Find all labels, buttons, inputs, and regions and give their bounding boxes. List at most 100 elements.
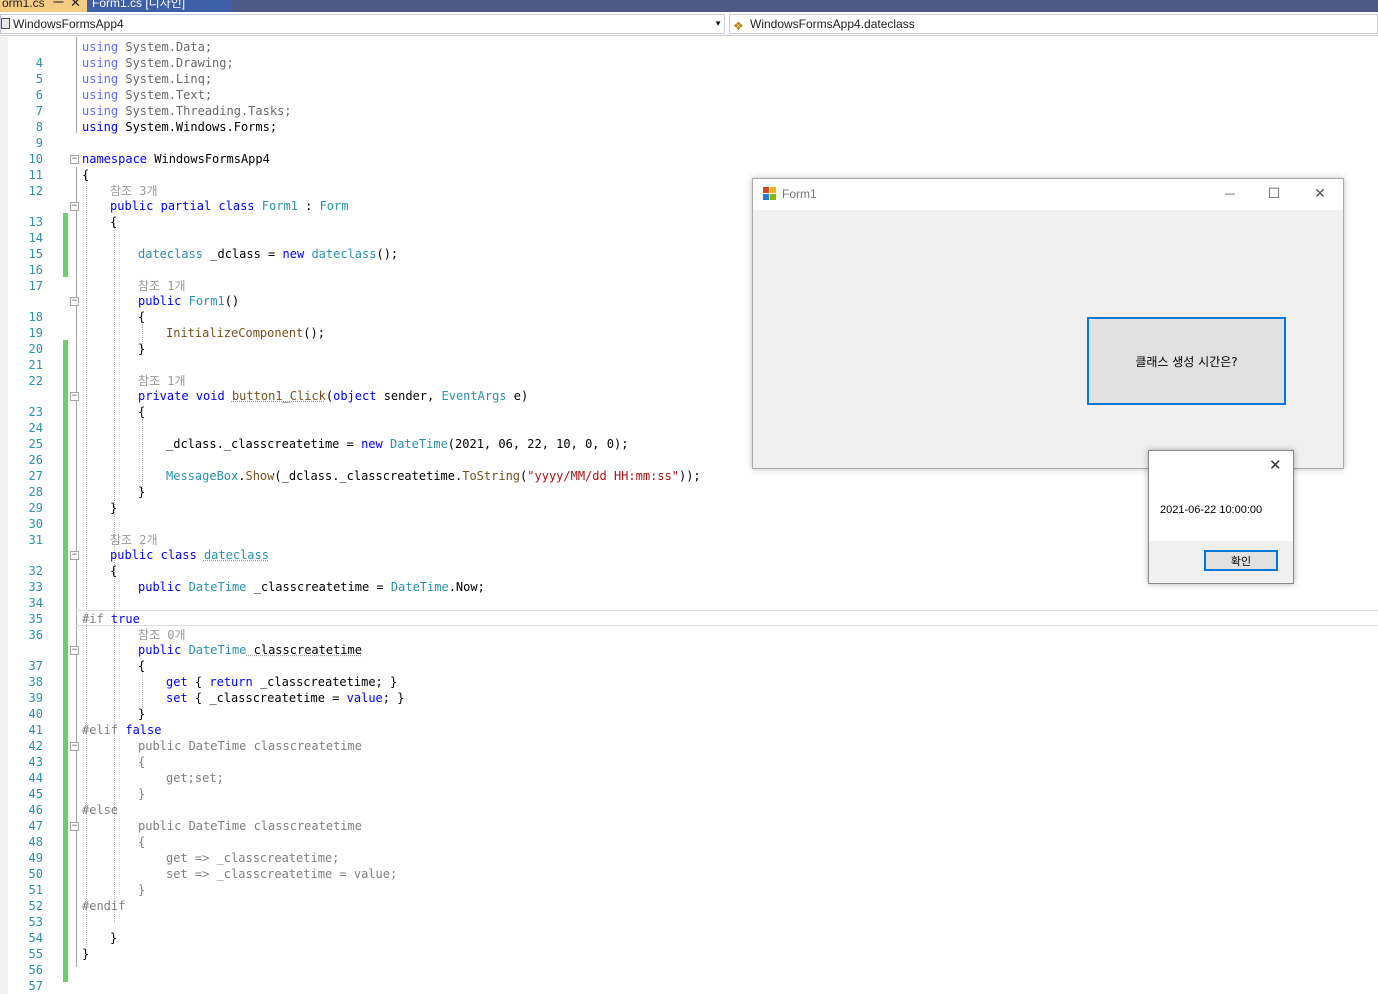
code-line: 5 using System.Drawing; [0, 55, 1378, 86]
code-line: 42 #elif false [0, 722, 1378, 753]
code-text: } [82, 947, 90, 961]
collapse-toggle-icon[interactable]: − [70, 392, 79, 401]
form1-title-bar[interactable]: Form1 — ☐ ✕ [753, 179, 1343, 210]
code-text: public DateTime classcreatetime [138, 739, 362, 753]
code-text: InitializeComponent(); [166, 326, 325, 340]
code-text: dateclass _dclass = new dateclass(); [138, 247, 399, 261]
class-icon: ❖ [733, 19, 744, 33]
code-text: } [110, 931, 118, 945]
code-line: 54 [0, 914, 1378, 945]
close-icon[interactable]: ✕ [1269, 456, 1282, 474]
code-text: get => _classcreatetime; [166, 851, 340, 865]
code-line: 56 } [0, 946, 1378, 977]
code-line: 38 { [0, 658, 1378, 689]
message-box-footer: 확인 [1149, 541, 1293, 583]
collapse-toggle-icon[interactable]: − [70, 155, 79, 164]
code-text: #if true [82, 612, 140, 626]
form1-window: Form1 — ☐ ✕ 클래스 생성 시간은? [752, 178, 1344, 469]
message-text: 2021-06-22 10:00:00 [1160, 504, 1263, 516]
tab-form1-cs[interactable]: orm1.cs ㆒ ✕ [0, 0, 87, 12]
collapse-toggle-icon[interactable]: − [70, 297, 79, 306]
code-line: 9 using System.Windows.Forms; [0, 119, 1378, 150]
code-text: } [138, 787, 146, 801]
code-line: 53 #endif [0, 898, 1378, 929]
code-text: set { _classcreatetime = value; } [166, 691, 405, 705]
code-line: 57 [0, 962, 1378, 993]
reference-count[interactable]: 참조 0개 [138, 627, 186, 643]
reference-count[interactable]: 참조 3개 [110, 183, 158, 199]
code-line: 45 get;set; [0, 770, 1378, 801]
code-text: #else [82, 803, 119, 817]
code-text: } [138, 707, 146, 721]
message-box: ✕ 2021-06-22 10:00:00 확인 [1148, 450, 1294, 584]
code-line: 55 } [0, 930, 1378, 961]
close-icon[interactable]: ✕ [70, 0, 81, 10]
collapse-toggle-icon[interactable]: − [70, 742, 79, 751]
reference-count[interactable]: 참조 1개 [138, 373, 186, 389]
code-text: { [110, 564, 118, 578]
code-text: MessageBox.Show(_dclass._classcreatetime… [166, 469, 701, 483]
code-text: #endif [82, 899, 126, 913]
code-text: public partial class Form1 : Form [110, 199, 349, 213]
form-app-icon [763, 187, 776, 200]
code-text: set => _classcreatetime = value; [166, 867, 398, 881]
code-text: public DateTime classcreatetime [138, 643, 362, 657]
code-text: { [138, 405, 146, 419]
ok-button-label: 확인 [1230, 554, 1252, 568]
code-text: public DateTime _classcreatetime = DateT… [138, 580, 485, 594]
code-line: 35 [0, 595, 1378, 626]
code-line: 6 using System.Linq; [0, 71, 1378, 102]
code-text: get { return _classcreatetime; } [166, 675, 398, 689]
tab-label: Form1.cs [디자인] [92, 0, 186, 10]
document-tab-strip: orm1.cs ㆒ ✕ Form1.cs [디자인] [0, 0, 1378, 12]
code-line: 11 − namespace WindowsFormsApp4 [0, 151, 1378, 182]
collapse-toggle-icon[interactable]: − [70, 822, 79, 831]
dropdown-arrow-icon[interactable]: ▼ [714, 15, 722, 33]
member-dropdown[interactable]: ❖ WindowsFormsApp4.dateclass [729, 14, 1378, 34]
tab-form1-designer[interactable]: Form1.cs [디자인] [88, 0, 232, 12]
reference-lens[interactable]: 참조 0개 [0, 627, 1378, 643]
code-text: using System.Threading.Tasks; [82, 104, 292, 118]
collapse-toggle-icon[interactable]: − [70, 551, 79, 560]
code-line: 10 [0, 135, 1378, 166]
csharp-project-icon [1, 18, 10, 29]
close-icon[interactable]: ✕ [1305, 183, 1335, 205]
code-text: using System.Windows.Forms; [82, 120, 278, 134]
code-text: using System.Text; [82, 88, 213, 102]
code-text: } [138, 342, 146, 356]
code-text: } [138, 883, 146, 897]
code-line: 48 − public DateTime classcreatetime [0, 818, 1378, 849]
code-text: } [138, 485, 146, 499]
navigation-bar: WindowsFormsApp4 ▼ ❖ WindowsFormsApp4.da… [0, 12, 1378, 36]
reference-count[interactable]: 참조 1개 [138, 278, 186, 294]
minimize-icon[interactable]: — [1215, 183, 1245, 205]
code-line: 49 { [0, 834, 1378, 865]
code-text: namespace WindowsFormsApp4 [82, 152, 270, 166]
pin-icon[interactable]: ㆒ [53, 0, 64, 11]
project-dropdown[interactable]: WindowsFormsApp4 ▼ [0, 14, 725, 34]
code-line: 4 using System.Data; [0, 39, 1378, 70]
code-text: private void button1_Click(object sender… [138, 389, 529, 403]
code-text: _dclass._classcreatetime = new DateTime(… [166, 437, 629, 451]
code-line: 47 #else [0, 802, 1378, 833]
code-text: public DateTime classcreatetime [138, 819, 362, 833]
code-text: { [82, 168, 90, 182]
code-line: 43 − public DateTime classcreatetime [0, 738, 1378, 769]
code-line: 8 using System.Threading.Tasks; [0, 103, 1378, 134]
code-text: public class dateclass [110, 548, 269, 562]
maximize-icon[interactable]: ☐ [1259, 183, 1289, 205]
class-time-button[interactable]: 클래스 생성 시간은? [1087, 317, 1286, 405]
project-name: WindowsFormsApp4 [13, 17, 124, 31]
collapse-toggle-icon[interactable]: − [70, 646, 79, 655]
code-text: { [110, 215, 118, 229]
code-line: 50 get => _classcreatetime; [0, 850, 1378, 881]
code-text: #elif false [82, 723, 162, 737]
code-line: 37 − public DateTime classcreatetime [0, 642, 1378, 673]
code-line: 51 set => _classcreatetime = value; [0, 866, 1378, 897]
code-text: using System.Drawing; [82, 56, 234, 70]
reference-count[interactable]: 참조 2개 [110, 532, 158, 548]
code-text: { [138, 835, 146, 849]
collapse-toggle-icon[interactable]: − [70, 202, 79, 211]
code-line: 41 } [0, 706, 1378, 737]
ok-button[interactable]: 확인 [1204, 550, 1278, 571]
